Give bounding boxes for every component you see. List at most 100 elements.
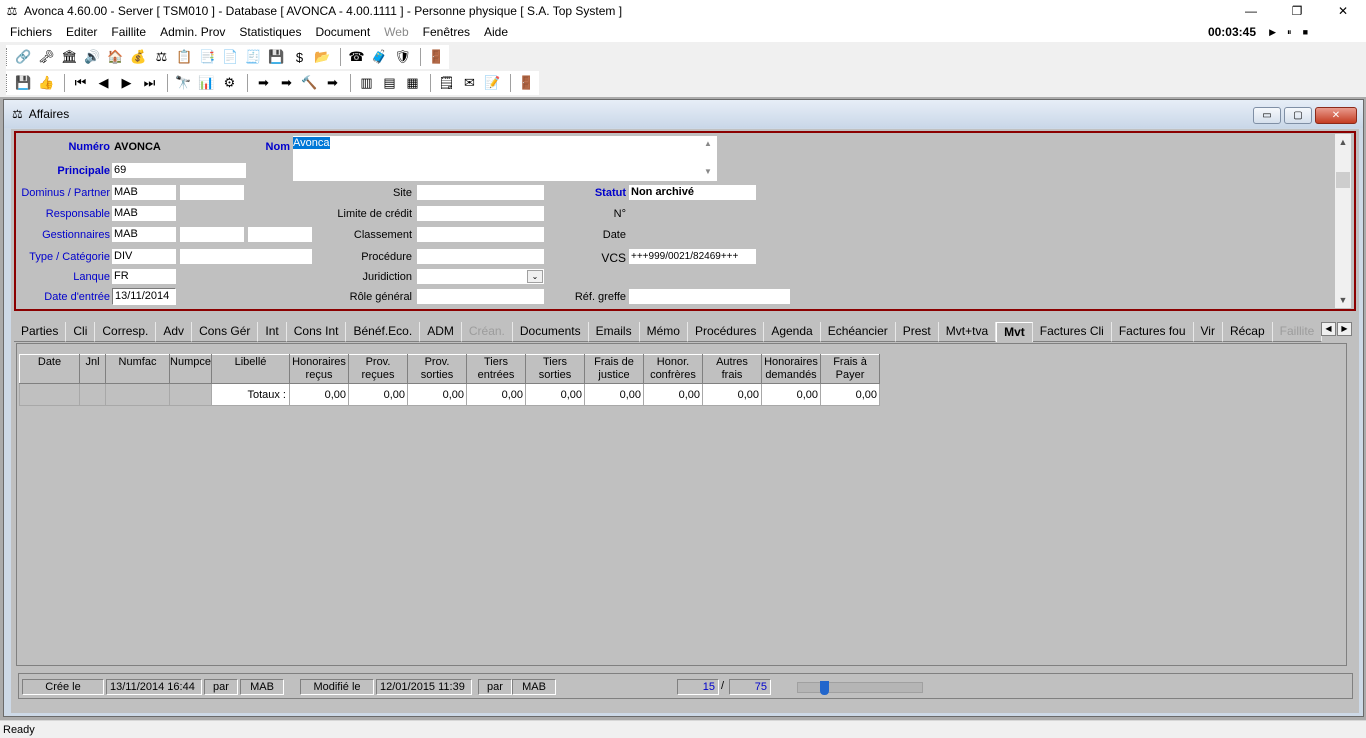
tab-5[interactable]: Int <box>258 322 287 342</box>
scroll-thumb[interactable] <box>1336 172 1350 188</box>
toolbar-grip[interactable] <box>6 74 9 92</box>
site-field[interactable] <box>417 185 544 200</box>
toolbar-button-toolbar1-17-icon[interactable]: 🚪 <box>426 47 447 67</box>
column-header-1[interactable]: Jnl <box>79 354 106 384</box>
column-header-4[interactable]: Libellé <box>211 354 290 384</box>
tab-scroll-left-icon[interactable]: ◀ <box>1321 322 1336 336</box>
toolbar-button-toolbar1-4-icon[interactable]: 🏠 <box>105 47 126 67</box>
categorie-field[interactable] <box>180 249 312 264</box>
minimize-button[interactable]: — <box>1228 0 1274 22</box>
pause-icon[interactable]: ⏸ <box>1287 27 1292 38</box>
record-slider[interactable] <box>797 681 923 695</box>
form-scrollbar[interactable]: ▲ ▼ <box>1335 134 1351 308</box>
toolbar-button-toolbar1-1-icon[interactable]: 🗝 <box>36 47 57 67</box>
column-header-12[interactable]: Autres frais <box>702 354 762 384</box>
child-minimize-button[interactable]: ▭ <box>1253 107 1281 124</box>
type-field[interactable]: DIV <box>112 249 176 264</box>
stop-icon[interactable]: ■ <box>1303 27 1308 37</box>
toolbar-button-toolbar1-9-icon[interactable]: 📄 <box>220 47 241 67</box>
menu-item-6[interactable]: Web <box>377 22 415 42</box>
toolbar-button-toolbar1-10-icon[interactable]: 🧾 <box>243 47 264 67</box>
toolbar-button-toolbar1-3-icon[interactable]: 🔊 <box>82 47 103 67</box>
play-icon[interactable]: ▶ <box>1269 27 1276 38</box>
tab-0[interactable]: Parties <box>14 322 67 342</box>
toolbar-button-toolbar1-2-icon[interactable]: 🏛 <box>59 47 80 67</box>
statut-field[interactable]: Non archivé <box>629 185 756 200</box>
column-header-9[interactable]: Tiers sorties <box>525 354 585 384</box>
procedure-field[interactable] <box>417 249 544 264</box>
toolbar-button-toolbar2-8-icon[interactable]: ⚙ <box>219 73 240 93</box>
tab-15[interactable]: Echéancier <box>820 322 896 342</box>
tab-11[interactable]: Emails <box>588 322 640 342</box>
tab-17[interactable]: Mvt+tva <box>938 322 997 342</box>
toolbar-button-toolbar2-6-icon[interactable]: 🔭 <box>173 73 194 93</box>
tab-2[interactable]: Corresp. <box>95 322 157 342</box>
dominus-field-2[interactable] <box>180 185 244 200</box>
toolbar-button-toolbar1-14-icon[interactable]: ☎ <box>346 47 367 67</box>
toolbar-button-toolbar2-13-icon[interactable]: ▥ <box>356 73 377 93</box>
juridiction-select[interactable] <box>417 269 544 284</box>
langue-field[interactable]: FR <box>112 269 176 284</box>
column-header-3[interactable]: Numpce <box>169 354 212 384</box>
tab-14[interactable]: Agenda <box>764 322 821 342</box>
toolbar-button-toolbar1-6-icon[interactable]: ⚖ <box>151 47 172 67</box>
ref-greffe-field[interactable] <box>629 289 790 304</box>
responsable-field[interactable]: MAB <box>112 206 176 221</box>
toolbar-button-toolbar2-14-icon[interactable]: ▤ <box>379 73 400 93</box>
chevron-down-icon[interactable]: ⌄ <box>527 270 543 283</box>
tab-6[interactable]: Cons Int <box>286 322 347 342</box>
scroll-up-icon[interactable]: ▲ <box>1335 134 1351 150</box>
menu-item-8[interactable]: Aide <box>477 22 515 42</box>
menu-item-1[interactable]: Editer <box>59 22 104 42</box>
toolbar-button-toolbar2-1-icon[interactable]: 👍 <box>36 73 57 93</box>
toolbar-button-toolbar1-7-icon[interactable]: 📋 <box>174 47 195 67</box>
column-header-6[interactable]: Prov. reçues <box>348 354 408 384</box>
toolbar-button-toolbar2-4-icon[interactable]: ▶ <box>116 73 137 93</box>
toolbar-button-toolbar2-19-icon[interactable]: 🚪 <box>516 73 537 93</box>
menu-item-5[interactable]: Document <box>308 22 377 42</box>
gestionnaires-field-3[interactable] <box>248 227 312 242</box>
column-header-7[interactable]: Prov. sorties <box>407 354 467 384</box>
tab-18[interactable]: Mvt <box>996 322 1033 342</box>
nom-field[interactable]: Avonca <box>293 136 717 181</box>
toolbar-button-toolbar1-11-icon[interactable]: 💾 <box>266 47 287 67</box>
toolbar-button-toolbar1-8-icon[interactable]: 📑 <box>197 47 218 67</box>
tab-21[interactable]: Vir <box>1193 322 1223 342</box>
tab-scroll-right-icon[interactable]: ▶ <box>1337 322 1352 336</box>
menu-item-7[interactable]: Fenêtres <box>416 22 477 42</box>
classement-field[interactable] <box>417 227 544 242</box>
toolbar-button-toolbar1-5-icon[interactable]: 💰 <box>128 47 149 67</box>
toolbar-button-toolbar1-15-icon[interactable]: 🧳 <box>369 47 390 67</box>
gestionnaires-field-2[interactable] <box>180 227 244 242</box>
toolbar-button-toolbar2-7-icon[interactable]: 📊 <box>196 73 217 93</box>
principale-field[interactable]: 69 <box>112 163 246 178</box>
menu-item-4[interactable]: Statistiques <box>232 22 308 42</box>
menu-item-3[interactable]: Admin. Prov <box>153 22 232 42</box>
tab-1[interactable]: Cli <box>66 322 96 342</box>
toolbar-grip[interactable] <box>6 48 9 66</box>
tab-12[interactable]: Mémo <box>639 322 688 342</box>
toolbar-button-toolbar1-12-icon[interactable]: $ <box>289 47 310 67</box>
tab-20[interactable]: Factures fou <box>1111 322 1194 342</box>
tab-19[interactable]: Factures Cli <box>1032 322 1112 342</box>
column-header-14[interactable]: Frais à Payer <box>820 354 880 384</box>
toolbar-button-toolbar2-11-icon[interactable]: 🔨 <box>299 73 320 93</box>
toolbar-button-toolbar1-16-icon[interactable]: 🛡 <box>392 47 413 67</box>
toolbar-button-toolbar2-15-icon[interactable]: ▦ <box>402 73 423 93</box>
toolbar-button-toolbar2-18-icon[interactable]: 📝 <box>482 73 503 93</box>
tab-7[interactable]: Bénéf.Eco. <box>346 322 421 342</box>
tab-8[interactable]: ADM <box>420 322 462 342</box>
column-header-0[interactable]: Date <box>19 354 80 384</box>
column-header-10[interactable]: Frais de justice <box>584 354 644 384</box>
nom-scrollbar[interactable]: ▲ ▼ <box>700 137 716 180</box>
toolbar-button-toolbar1-13-icon[interactable]: 📂 <box>312 47 333 67</box>
tab-10[interactable]: Documents <box>512 322 589 342</box>
tab-13[interactable]: Procédures <box>687 322 765 342</box>
menu-item-2[interactable]: Faillite <box>104 22 153 42</box>
dominus-field[interactable]: MAB <box>112 185 176 200</box>
role-general-field[interactable] <box>417 289 544 304</box>
toolbar-button-toolbar2-2-icon[interactable]: ⏮ <box>70 73 91 93</box>
gestionnaires-field[interactable]: MAB <box>112 227 176 242</box>
restore-button[interactable]: ❐ <box>1274 0 1320 22</box>
tab-3[interactable]: Adv <box>156 322 193 342</box>
